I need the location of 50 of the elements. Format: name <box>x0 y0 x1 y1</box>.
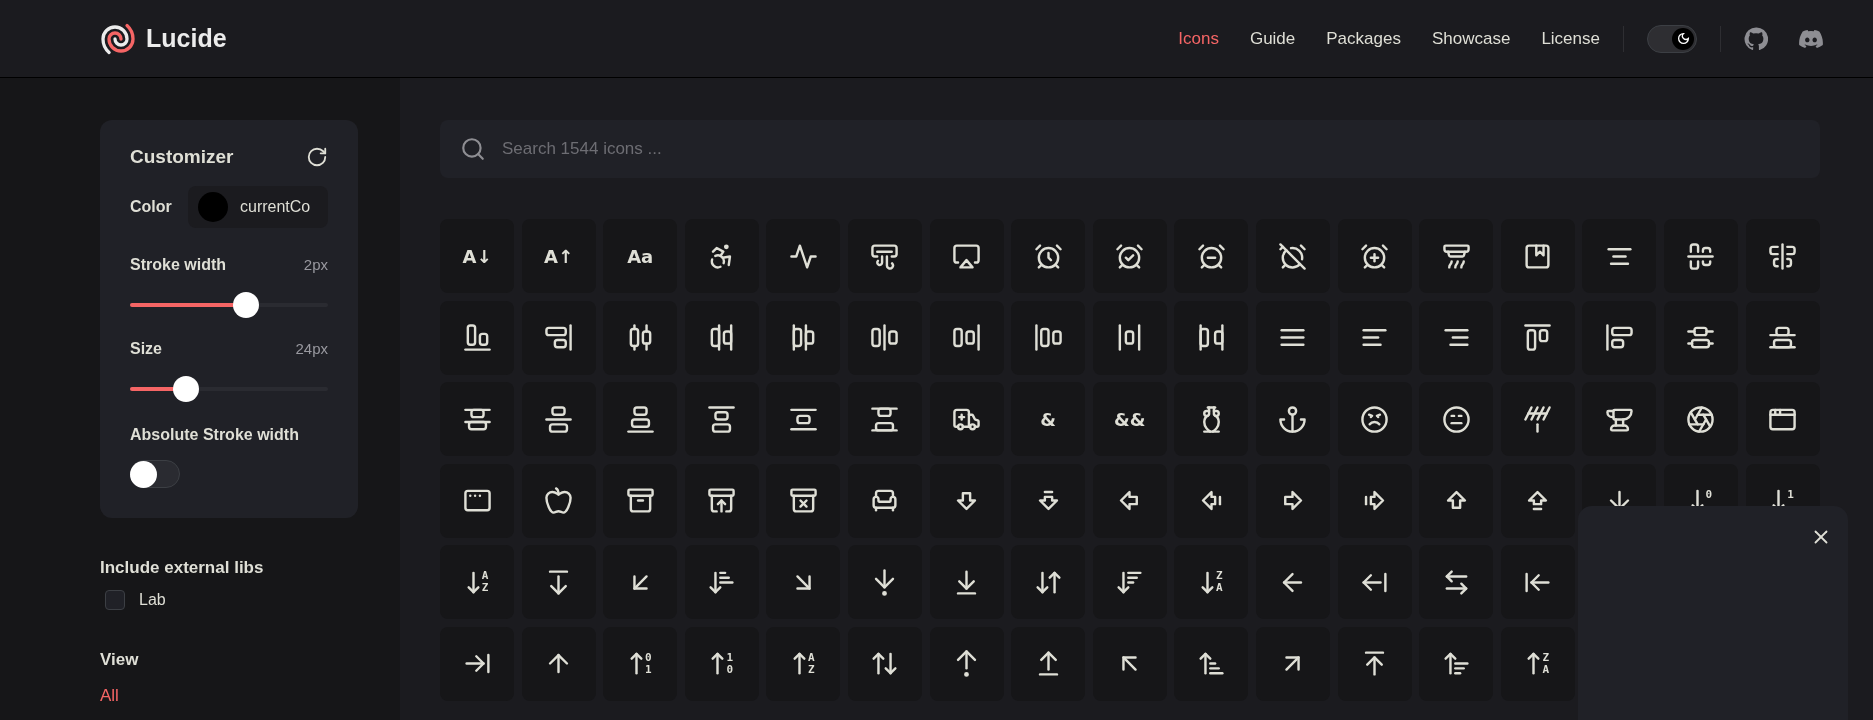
icon-tile[interactable]: Aa <box>603 219 678 293</box>
sort-label: A <box>1216 582 1223 595</box>
sort-label: 0 <box>726 663 734 676</box>
icon-tile[interactable]: A Z <box>766 626 841 701</box>
icon-glyph: Aa <box>627 245 654 267</box>
panel-title: Customizer <box>130 146 234 168</box>
icon-tile[interactable]: A↑ <box>521 219 596 293</box>
section-heading: View <box>100 650 139 670</box>
nav-link[interactable]: Icons <box>1178 28 1219 49</box>
icon-glyph: & <box>1040 408 1056 430</box>
icon-glyph: A↓ <box>462 245 492 267</box>
icon-tile[interactable]: A Z <box>440 545 514 620</box>
nav-link[interactable]: License <box>1541 28 1600 49</box>
view-option[interactable]: All <box>100 686 119 706</box>
field-label: Color <box>130 198 172 216</box>
slider-label: Size <box>130 340 162 358</box>
sort-label: Z <box>808 663 815 676</box>
icon-tile[interactable]: 0 1 <box>603 626 678 701</box>
slider-label: Stroke width <box>130 256 226 274</box>
search-field[interactable]: Search 1544 icons ... <box>500 138 1800 160</box>
icon-glyph: && <box>1114 408 1146 430</box>
sort-label: Z <box>1542 651 1550 664</box>
sort-label: 1 <box>726 651 734 664</box>
section-heading: Include external libs <box>100 558 264 578</box>
icon-tile[interactable]: Z A <box>1174 545 1249 620</box>
slider-value: 2px <box>303 256 328 273</box>
sort-label: 1 <box>1787 488 1794 501</box>
icon-glyph: A↑ <box>544 245 574 267</box>
nav-link[interactable]: Packages <box>1326 28 1401 49</box>
sort-label: Z <box>1216 570 1223 583</box>
site-logo-text[interactable]: Lucide <box>146 24 227 53</box>
nav-link[interactable]: Guide <box>1249 28 1296 49</box>
sort-label: Z <box>481 582 489 595</box>
icon-tile[interactable]: && <box>1092 382 1167 457</box>
sort-label: 1 <box>644 663 652 676</box>
sort-label: A <box>481 570 489 583</box>
icon-tile[interactable]: A↓ <box>440 219 514 293</box>
sort-label: 0 <box>1705 488 1713 501</box>
icon-tile[interactable]: Z A <box>1500 626 1575 701</box>
toggle-label: Absolute Stroke width <box>130 426 300 444</box>
sort-label: A <box>808 651 815 664</box>
sort-label: A <box>1542 663 1550 676</box>
nav-link[interactable]: Showcase <box>1431 28 1511 49</box>
search-bar[interactable]: Search 1544 icons ... <box>440 120 1820 178</box>
checkbox-label[interactable]: Lab <box>139 591 166 609</box>
icon-tile[interactable]: 1 0 <box>684 626 759 701</box>
slider-value: 24px <box>295 340 328 357</box>
sort-label: 0 <box>644 651 652 664</box>
color-field[interactable]: currentCo <box>188 186 328 228</box>
icon-tile[interactable]: & <box>1011 382 1086 457</box>
